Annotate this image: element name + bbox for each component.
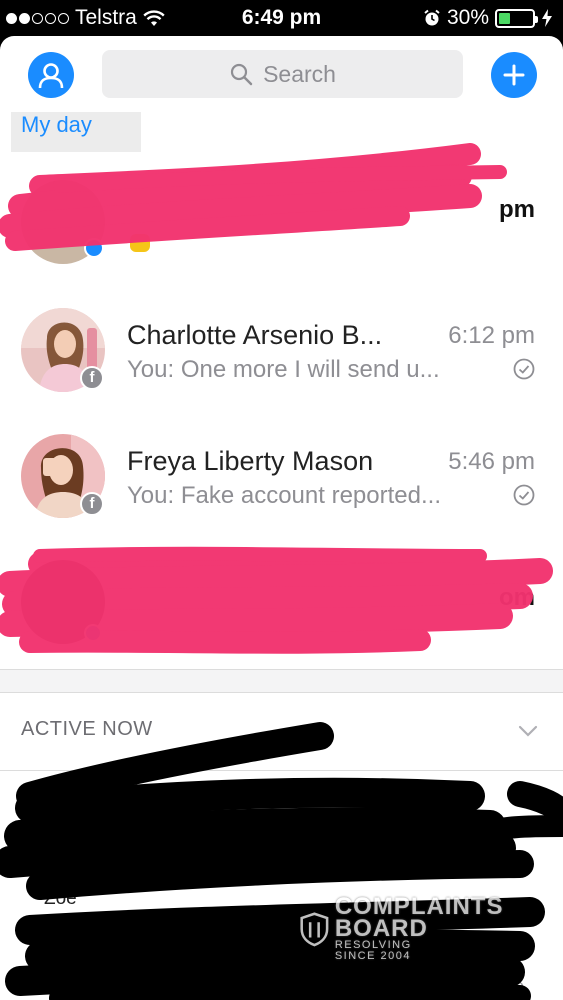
tab-people-label[interactable]: People (468, 976, 524, 997)
profile-button[interactable] (28, 52, 74, 98)
shield-logo-icon (300, 912, 329, 947)
messenger-app: Search My day pm f Charlotte Arsenio B..… (0, 36, 563, 1000)
divider (0, 692, 563, 693)
conversation-row-redacted[interactable]: om (0, 550, 563, 670)
search-icon (230, 63, 253, 86)
messenger-badge-icon (84, 624, 102, 642)
contact-name: Charlotte Arsenio B... (127, 320, 383, 350)
section-gap (0, 670, 563, 692)
conversation-row[interactable]: f Charlotte Arsenio B... 6:12 pm You: On… (0, 298, 563, 418)
message-preview: You: One more I will send u... (127, 356, 440, 383)
conversation-row-redacted[interactable]: pm (0, 174, 563, 294)
message-preview: You: Fake account reported... (127, 482, 441, 509)
facebook-badge-icon: f (80, 492, 104, 516)
my-day-tab[interactable]: My day (11, 112, 141, 152)
header: Search (0, 36, 563, 114)
person-icon (38, 63, 64, 89)
watermark: COMPLAINTS BOARD RESOLVING SINCE 2004 (300, 893, 563, 962)
conversation-row[interactable]: f Freya Liberty Mason 5:46 pm You: Fake … (0, 424, 563, 544)
watermark-title: COMPLAINTS BOARD (334, 893, 504, 942)
battery-percentage: 30% (446, 6, 489, 29)
chevron-down-icon[interactable] (517, 720, 539, 742)
conversation-time: 6:12 pm (448, 322, 535, 349)
divider (0, 770, 563, 771)
conversation-time: pm (499, 196, 535, 223)
conversation-time: om (499, 584, 535, 611)
sent-check-icon (513, 484, 535, 506)
alarm-clock-icon (424, 9, 440, 26)
watermark-subtitle-2: SINCE 2004 (334, 950, 411, 962)
contact-name: Freya Liberty Mason (127, 446, 374, 476)
charging-bolt-icon (542, 9, 552, 27)
conversation-time: 5:46 pm (448, 448, 535, 475)
search-placeholder: Search (263, 60, 336, 87)
active-now-header: ACTIVE NOW (21, 718, 153, 740)
my-day-label: My day (21, 112, 92, 137)
compose-button[interactable] (491, 52, 537, 98)
active-user-avatar[interactable] (405, 794, 477, 866)
active-user-name: Zoe (44, 888, 77, 909)
plus-icon (503, 64, 525, 86)
facebook-badge-icon: f (80, 366, 104, 390)
battery-icon (495, 8, 538, 28)
status-bar: Telstra 6:49 pm 30% (0, 0, 563, 36)
sent-check-icon (513, 358, 535, 380)
status-bar-right: 30% (423, 6, 553, 30)
messenger-badge-icon (84, 238, 104, 258)
thumbs-up-icon (130, 234, 150, 252)
search-bar[interactable]: Search (102, 50, 463, 98)
